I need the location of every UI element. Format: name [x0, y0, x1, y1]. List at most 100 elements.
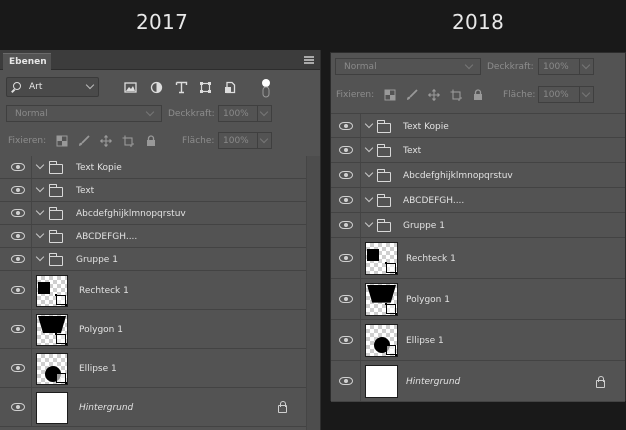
layer-thumbnail: [36, 275, 68, 307]
layer-name: Hintergrund: [79, 403, 134, 413]
layer-name: ABCDEFGH....: [403, 196, 465, 206]
layer-row[interactable]: Text Kopie: [331, 113, 625, 138]
visibility-eye-icon[interactable]: [11, 209, 25, 217]
tab-ebenen[interactable]: Ebenen: [3, 53, 51, 70]
layer-row[interactable]: Abcdefghijklmnopqrstuv: [331, 163, 625, 188]
lock-transparent-icon[interactable]: [56, 135, 68, 147]
smartobject-filter-icon[interactable]: [224, 81, 237, 94]
visibility-eye-icon[interactable]: [339, 146, 353, 154]
visibility-eye-icon[interactable]: [339, 254, 353, 262]
blend-mode-select[interactable]: Normal: [335, 58, 481, 75]
visibility-eye-icon[interactable]: [11, 163, 25, 171]
group-expand-chevron-icon[interactable]: [35, 183, 45, 193]
lock-move-icon[interactable]: [428, 89, 440, 101]
fill-dropdown-arrow[interactable]: [257, 133, 271, 148]
folder-icon: [48, 184, 63, 197]
shape-layer-badge-icon: [385, 303, 397, 315]
blend-row: Normal Deckkraft: 100%: [331, 58, 625, 78]
layer-row[interactable]: ABCDEFGH....: [331, 188, 625, 213]
layer-row[interactable]: Rechteck 1: [331, 238, 625, 279]
layer-row[interactable]: ABCDEFGH....: [0, 225, 306, 248]
visibility-eye-icon[interactable]: [339, 171, 353, 179]
lock-move-icon[interactable]: [100, 135, 112, 147]
group-expand-chevron-icon[interactable]: [35, 229, 45, 239]
layer-thumbnail: [365, 283, 398, 316]
adjustment-filter-icon[interactable]: [150, 81, 163, 94]
layer-list: Text Kopie Text Abcdefghijklmnopqrstuv A…: [0, 156, 306, 427]
lock-all-icon[interactable]: [472, 89, 484, 101]
rectangle-shape: [38, 282, 50, 294]
filter-type-label: Art: [29, 82, 43, 92]
fill-label: Fläche:: [182, 136, 215, 146]
lock-artboard-icon[interactable]: [450, 89, 462, 101]
layer-row[interactable]: Ellipse 1: [0, 349, 306, 388]
group-expand-chevron-icon[interactable]: [364, 119, 374, 129]
layer-row[interactable]: Gruppe 1: [0, 248, 306, 271]
visibility-eye-icon[interactable]: [11, 255, 25, 263]
group-expand-chevron-icon[interactable]: [364, 168, 374, 178]
fill-dropdown-arrow[interactable]: [579, 87, 593, 102]
folder-icon: [48, 253, 63, 266]
lock-brush-icon[interactable]: [406, 89, 418, 101]
layer-row[interactable]: Polygon 1: [0, 310, 306, 349]
visibility-eye-icon[interactable]: [339, 122, 353, 130]
visibility-eye-icon[interactable]: [339, 336, 353, 344]
layer-row[interactable]: Text Kopie: [0, 156, 306, 179]
layer-row[interactable]: Hintergrund: [0, 388, 306, 427]
filter-type-select[interactable]: Art: [6, 77, 99, 97]
layer-row[interactable]: Ellipse 1: [331, 320, 625, 361]
visibility-eye-icon[interactable]: [11, 232, 25, 240]
visibility-eye-icon[interactable]: [11, 364, 25, 372]
fill-field[interactable]: 100%: [218, 132, 272, 149]
group-expand-chevron-icon[interactable]: [364, 143, 374, 153]
layer-row[interactable]: Text: [331, 138, 625, 163]
layer-row[interactable]: Rechteck 1: [0, 271, 306, 310]
group-expand-chevron-icon[interactable]: [35, 160, 45, 170]
group-expand-chevron-icon[interactable]: [35, 206, 45, 216]
layer-row[interactable]: Gruppe 1: [331, 213, 625, 238]
visibility-eye-icon[interactable]: [11, 186, 25, 194]
shape-filter-icon[interactable]: [199, 81, 212, 94]
fill-field[interactable]: 100%: [538, 86, 594, 103]
filter-toggle-icon[interactable]: [261, 78, 271, 98]
layer-row[interactable]: Abcdefghijklmnopqrstuv: [0, 202, 306, 225]
type-filter-icon[interactable]: [175, 81, 188, 94]
lock-label: Fixieren:: [336, 90, 375, 100]
opacity-dropdown-arrow[interactable]: [257, 106, 271, 121]
visibility-eye-icon[interactable]: [339, 295, 353, 303]
opacity-field[interactable]: 100%: [218, 105, 272, 122]
group-expand-chevron-icon[interactable]: [364, 218, 374, 228]
visibility-eye-icon[interactable]: [339, 221, 353, 229]
group-expand-chevron-icon[interactable]: [35, 252, 45, 262]
layer-thumbnail: [365, 242, 398, 275]
layer-row[interactable]: Polygon 1: [331, 279, 625, 320]
layer-filter-row: Art: [0, 74, 321, 100]
shape-layer-badge-icon: [55, 372, 67, 384]
layer-row[interactable]: Text: [0, 179, 306, 202]
layer-name: Gruppe 1: [403, 221, 445, 231]
opacity-field[interactable]: 100%: [538, 58, 594, 75]
visibility-eye-icon[interactable]: [11, 286, 25, 294]
lock-all-icon[interactable]: [145, 135, 157, 147]
lock-brush-icon[interactable]: [78, 135, 90, 147]
layer-name: Rechteck 1: [79, 286, 129, 296]
visibility-eye-icon[interactable]: [11, 325, 25, 333]
visibility-eye-icon[interactable]: [339, 377, 353, 385]
folder-icon: [376, 194, 391, 207]
blend-row: Normal Deckkraft: 100%: [0, 105, 321, 125]
fill-value: 100%: [543, 90, 569, 100]
lock-transparent-icon[interactable]: [384, 89, 396, 101]
fill-value: 100%: [223, 136, 249, 146]
blend-mode-select[interactable]: Normal: [6, 105, 162, 122]
scrollbar[interactable]: [306, 156, 320, 430]
group-expand-chevron-icon[interactable]: [364, 193, 374, 203]
panel-menu-icon[interactable]: [304, 56, 314, 64]
visibility-eye-icon[interactable]: [339, 196, 353, 204]
layer-row[interactable]: Hintergrund: [331, 361, 625, 402]
layer-thumbnail: [365, 324, 398, 357]
image-filter-icon[interactable]: [124, 81, 137, 94]
visibility-eye-icon[interactable]: [11, 403, 25, 411]
lock-artboard-icon[interactable]: [122, 135, 134, 147]
opacity-dropdown-arrow[interactable]: [579, 59, 593, 74]
lock-row: Fixieren: Fläche: 100%: [0, 132, 321, 152]
